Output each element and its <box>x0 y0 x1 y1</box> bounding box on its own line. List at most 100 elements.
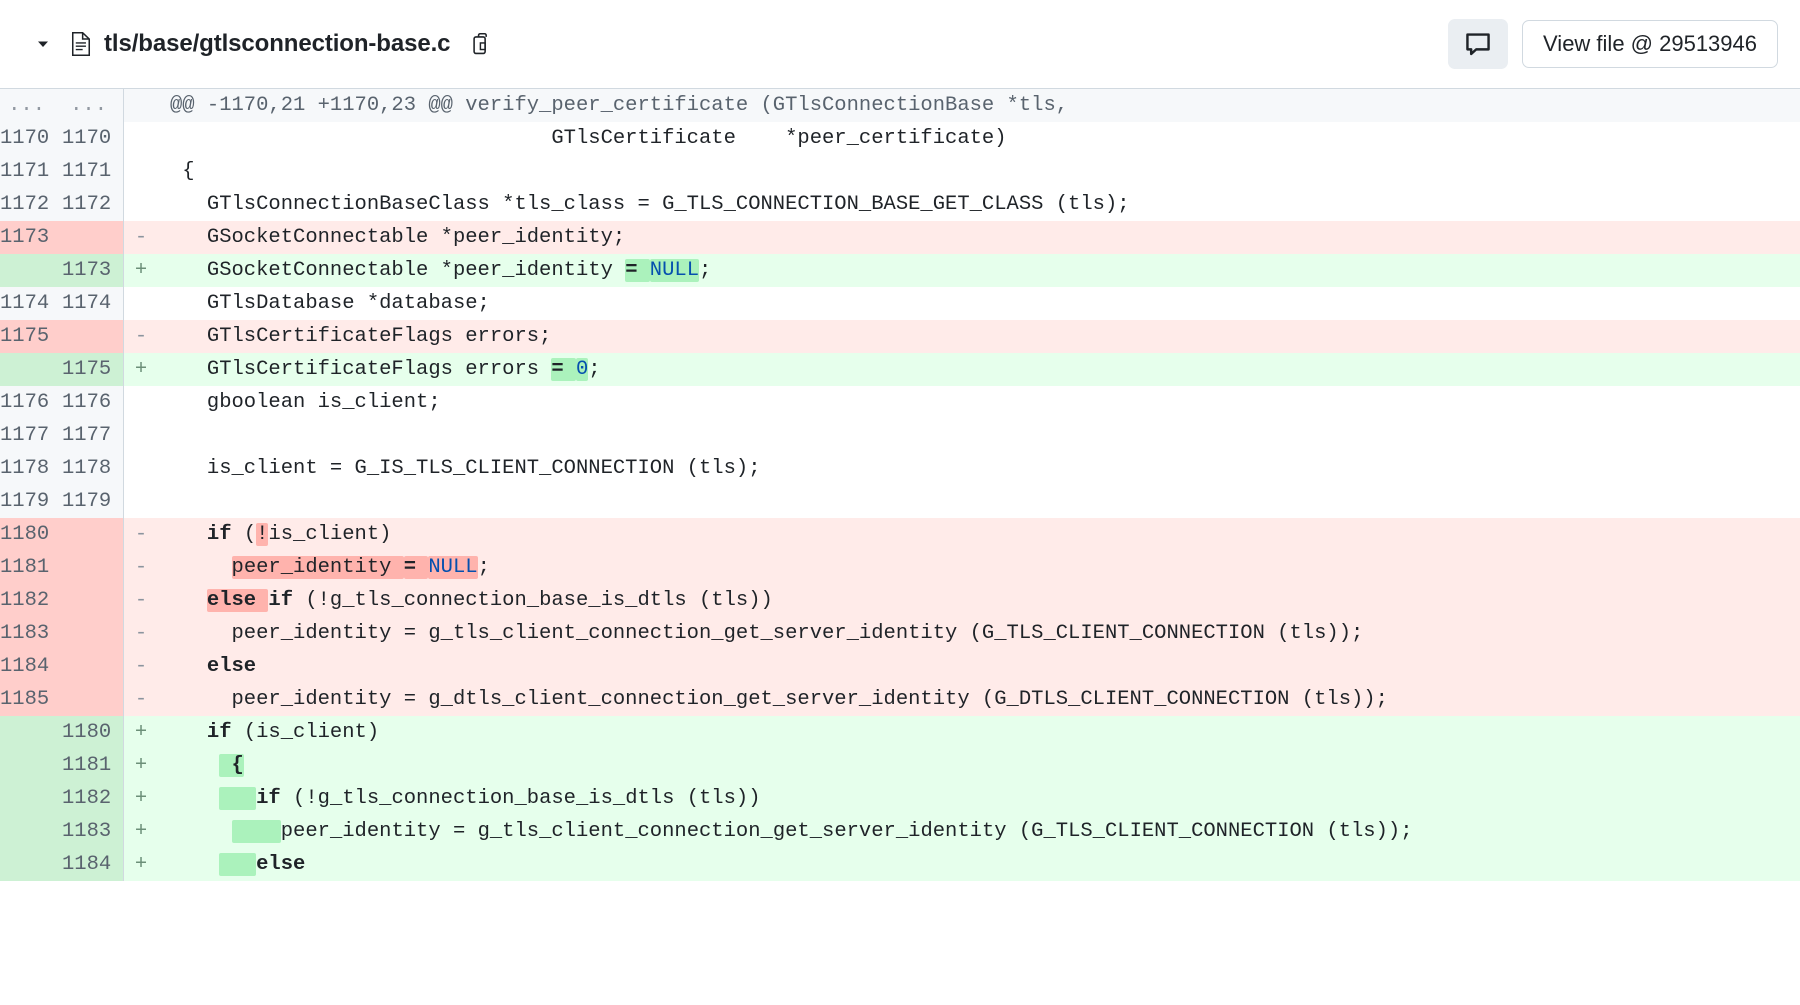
line-number-old[interactable]: 1183 <box>0 617 62 650</box>
line-number-new[interactable] <box>62 221 124 254</box>
code-token: ! <box>256 523 269 546</box>
code-line[interactable]: if (!is_client) <box>158 518 1800 551</box>
hunk-header-text: @@ -1170,21 +1170,23 @@ verify_peer_cert… <box>158 89 1800 122</box>
diff-table: ...... @@ -1170,21 +1170,23 @@ verify_pee… <box>0 89 1800 881</box>
code-line[interactable]: peer_identity = g_dtls_client_connection… <box>158 683 1800 716</box>
code-line[interactable]: GTlsCertificateFlags errors = 0; <box>158 353 1800 386</box>
line-number-old[interactable]: 1181 <box>0 551 62 584</box>
line-number-old[interactable] <box>0 716 62 749</box>
file-path[interactable]: tls/base/gtlsconnection-base.c <box>104 30 451 58</box>
diff-line-del: 1182 - else if (!g_tls_connection_base_is… <box>0 584 1800 617</box>
code-line[interactable]: else <box>158 848 1800 881</box>
line-number-new[interactable]: 1180 <box>62 716 124 749</box>
diff-line-del: 1173 - GSocketConnectable *peer_identity; <box>0 221 1800 254</box>
code-token: else <box>206 655 257 678</box>
diff-marker: - <box>124 551 158 584</box>
line-number-new[interactable] <box>62 683 124 716</box>
code-line[interactable]: gboolean is_client; <box>158 386 1800 419</box>
code-line[interactable] <box>158 485 1800 518</box>
code-line[interactable]: GSocketConnectable *peer_identity = NULL… <box>158 254 1800 287</box>
diff-line-add: 1181 + { <box>0 749 1800 782</box>
diff-marker: + <box>124 749 158 782</box>
code-line[interactable]: peer_identity = NULL; <box>158 551 1800 584</box>
line-number-new[interactable] <box>62 650 124 683</box>
line-number-old[interactable]: 1170 <box>0 122 62 155</box>
code-line[interactable]: GTlsConnectionBaseClass *tls_class = G_T… <box>158 188 1800 221</box>
line-number-old[interactable] <box>0 782 62 815</box>
code-token: if <box>206 523 232 546</box>
line-number-old[interactable]: 1171 <box>0 155 62 188</box>
code-line[interactable]: GTlsCertificateFlags errors; <box>158 320 1800 353</box>
chevron-down-icon[interactable] <box>28 29 58 59</box>
line-number-old[interactable]: 1175 <box>0 320 62 353</box>
line-number-new[interactable]: 1174 <box>62 287 124 320</box>
code-line[interactable]: if (!g_tls_connection_base_is_dtls (tls)… <box>158 782 1800 815</box>
line-number-old[interactable]: 1179 <box>0 485 62 518</box>
file-header: tls/base/gtlsconnection-base.c View file… <box>0 0 1800 89</box>
line-number-old[interactable]: 1185 <box>0 683 62 716</box>
code-line[interactable]: else if (!g_tls_connection_base_is_dtls … <box>158 584 1800 617</box>
view-file-button[interactable]: View file @ 29513946 <box>1522 20 1778 68</box>
line-number-new[interactable]: 1184 <box>62 848 124 881</box>
line-number-old[interactable] <box>0 749 62 782</box>
line-number-new[interactable] <box>62 320 124 353</box>
line-number-old[interactable]: 1174 <box>0 287 62 320</box>
line-number-new[interactable] <box>62 551 124 584</box>
line-number-old[interactable]: 1172 <box>0 188 62 221</box>
code-line[interactable]: if (is_client) <box>158 716 1800 749</box>
line-number-old[interactable]: 1182 <box>0 584 62 617</box>
line-number-new[interactable]: 1171 <box>62 155 124 188</box>
diff-line-ctx: 1172 1172 GTlsConnectionBaseClass *tls_cl… <box>0 188 1800 221</box>
code-token <box>219 853 257 876</box>
line-number-new[interactable]: 1170 <box>62 122 124 155</box>
code-line[interactable]: GSocketConnectable *peer_identity; <box>158 221 1800 254</box>
code-line[interactable]: else <box>158 650 1800 683</box>
code-line[interactable]: GTlsCertificate *peer_certificate) <box>158 122 1800 155</box>
line-number-new[interactable]: 1179 <box>62 485 124 518</box>
line-number-new[interactable]: 1173 <box>62 254 124 287</box>
line-number-old[interactable] <box>0 848 62 881</box>
line-number-old[interactable] <box>0 353 62 386</box>
line-number-new[interactable]: 1178 <box>62 452 124 485</box>
code-token: (is_client) <box>231 721 380 744</box>
line-number-old[interactable]: 1177 <box>0 419 62 452</box>
code-line[interactable]: is_client = G_IS_TLS_CLIENT_CONNECTION (… <box>158 452 1800 485</box>
code-token: (!g_tls_connection_base_is_dtls (tls)) <box>280 787 761 810</box>
line-number-old[interactable]: 1180 <box>0 518 62 551</box>
line-number-new[interactable] <box>62 617 124 650</box>
line-number-old[interactable] <box>0 254 62 287</box>
copy-icon[interactable] <box>466 28 498 60</box>
code-line[interactable]: { <box>158 749 1800 782</box>
line-number-old[interactable]: 1178 <box>0 452 62 485</box>
line-number-old[interactable]: 1176 <box>0 386 62 419</box>
hunk-new-ellipsis[interactable]: ... <box>62 89 124 122</box>
line-number-new[interactable]: 1172 <box>62 188 124 221</box>
line-number-new[interactable] <box>62 584 124 617</box>
line-number-new[interactable]: 1181 <box>62 749 124 782</box>
line-number-new[interactable] <box>62 518 124 551</box>
code-line[interactable]: { <box>158 155 1800 188</box>
line-number-new[interactable]: 1177 <box>62 419 124 452</box>
code-line[interactable]: GTlsDatabase *database; <box>158 287 1800 320</box>
diff-line-add: 1173 + GSocketConnectable *peer_identity … <box>0 254 1800 287</box>
diff-line-ctx: 1179 1179 <box>0 485 1800 518</box>
code-line[interactable]: peer_identity = g_tls_client_connection_… <box>158 617 1800 650</box>
line-number-new[interactable]: 1182 <box>62 782 124 815</box>
line-number-old[interactable] <box>0 815 62 848</box>
hunk-old-ellipsis[interactable]: ... <box>0 89 62 122</box>
code-line[interactable]: peer_identity = g_tls_client_connection_… <box>158 815 1800 848</box>
code-line[interactable] <box>158 419 1800 452</box>
comment-icon[interactable] <box>1448 19 1509 69</box>
line-number-new[interactable]: 1175 <box>62 353 124 386</box>
diff-line-ctx: 1176 1176 gboolean is_client; <box>0 386 1800 419</box>
line-number-new[interactable]: 1183 <box>62 815 124 848</box>
line-number-old[interactable]: 1173 <box>0 221 62 254</box>
diff-marker: + <box>124 716 158 749</box>
diff-marker: - <box>124 518 158 551</box>
line-number-old[interactable]: 1184 <box>0 650 62 683</box>
file-header-actions: View file @ 29513946 <box>1448 19 1778 69</box>
line-number-new[interactable]: 1176 <box>62 386 124 419</box>
